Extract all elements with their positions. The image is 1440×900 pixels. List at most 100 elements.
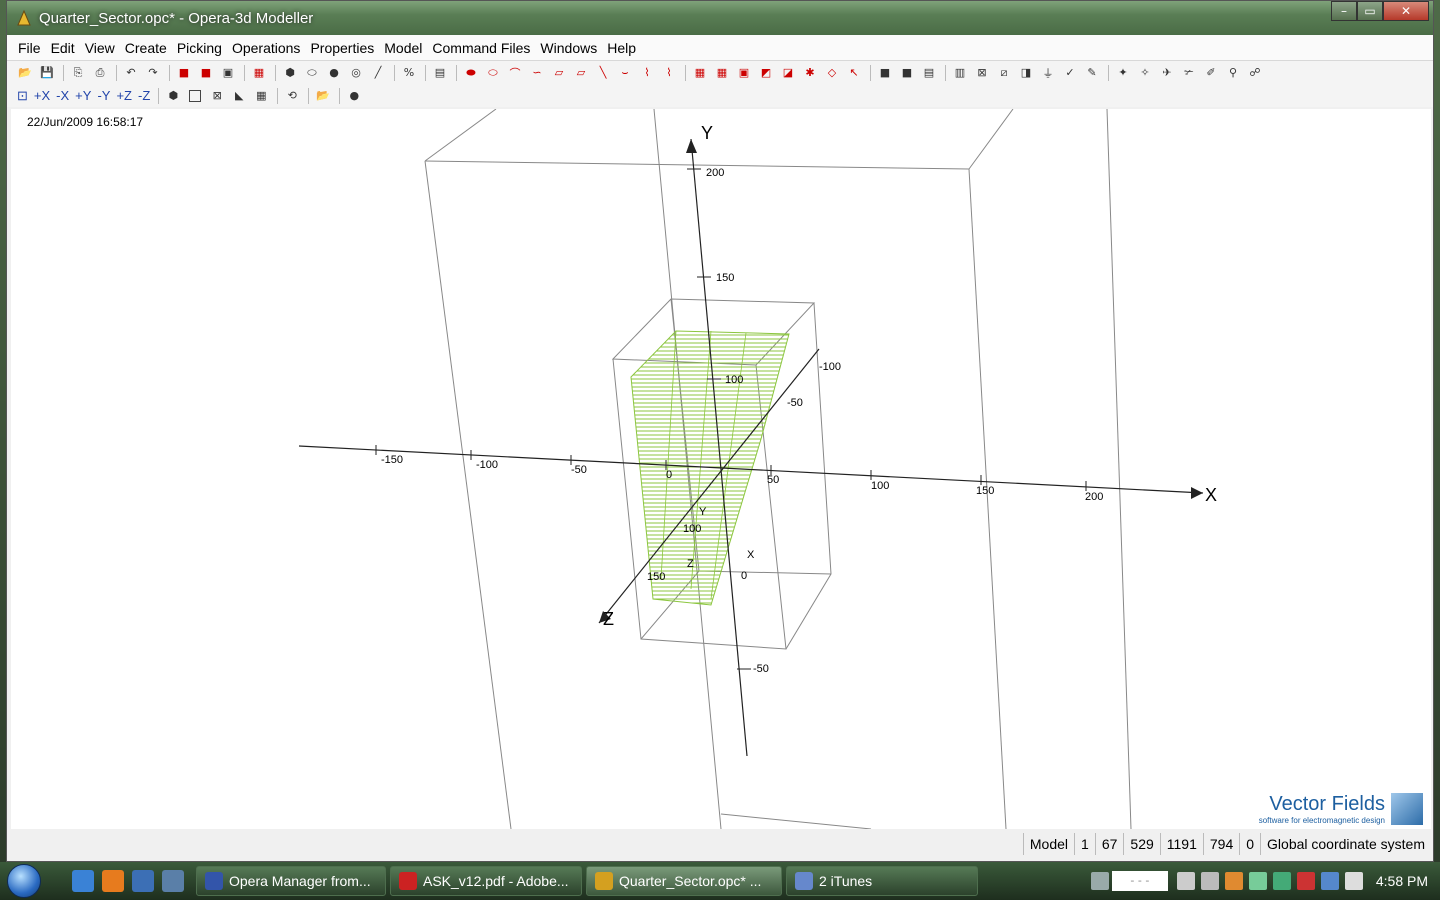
maximize-button[interactable]: ▭ bbox=[1357, 1, 1383, 21]
box-x-icon[interactable]: ⊠ bbox=[972, 64, 992, 82]
body-icon[interactable]: ▣ bbox=[218, 64, 238, 82]
pick-vertex-icon[interactable]: ✱ bbox=[800, 64, 820, 82]
tool-g-icon[interactable]: ☍ bbox=[1245, 64, 1265, 82]
mesh-icon[interactable]: ▦ bbox=[690, 64, 710, 82]
show-desktop-icon[interactable] bbox=[132, 870, 154, 892]
label-icon[interactable]: ▤ bbox=[919, 64, 939, 82]
mesh-view-icon[interactable]: ▦ bbox=[251, 87, 271, 105]
box-half-icon[interactable]: ◨ bbox=[1016, 64, 1036, 82]
menu-view[interactable]: View bbox=[80, 40, 120, 56]
tray-app-icon[interactable] bbox=[1272, 872, 1291, 890]
brick-icon[interactable]: ⬢ bbox=[280, 64, 300, 82]
material-icon[interactable]: ■ bbox=[875, 64, 895, 82]
tool-a-icon[interactable]: ✦ bbox=[1113, 64, 1133, 82]
coil-straight-icon[interactable]: ╲ bbox=[593, 64, 613, 82]
mesh-select-icon[interactable]: ▣ bbox=[734, 64, 754, 82]
task-opera-modeller[interactable]: Quarter_Sector.opc* ... bbox=[586, 866, 782, 896]
task-adobe-pdf[interactable]: ASK_v12.pdf - Adobe... bbox=[390, 866, 582, 896]
menu-edit[interactable]: Edit bbox=[46, 40, 80, 56]
colour-map-icon[interactable]: ▦ bbox=[249, 64, 269, 82]
solid-view-icon[interactable]: ⬢ bbox=[163, 87, 183, 105]
menu-command-files[interactable]: Command Files bbox=[427, 40, 535, 56]
wireframe-view-icon[interactable] bbox=[185, 87, 205, 105]
menu-file[interactable]: File bbox=[13, 40, 46, 56]
view-plus-x-button[interactable]: +X bbox=[32, 87, 52, 105]
sphere-icon[interactable]: ● bbox=[324, 64, 344, 82]
menu-properties[interactable]: Properties bbox=[305, 40, 379, 56]
power-icon[interactable] bbox=[1176, 872, 1195, 890]
box-slash-icon[interactable]: ⧄ bbox=[994, 64, 1014, 82]
coil-20node-icon[interactable]: ⌇ bbox=[659, 64, 679, 82]
calculator-icon[interactable]: ▤ bbox=[430, 64, 450, 82]
menu-windows[interactable]: Windows bbox=[535, 40, 602, 56]
merge-region-icon[interactable]: ■ bbox=[196, 64, 216, 82]
title-bar[interactable]: Quarter_Sector.opc* - Opera-3d Modeller … bbox=[7, 1, 1433, 35]
torus-icon[interactable]: ◎ bbox=[346, 64, 366, 82]
firefox-icon[interactable] bbox=[102, 870, 124, 892]
model-canvas[interactable]: X Y Z -150 -100 -50 0 50 100 150 200 200… bbox=[11, 109, 1431, 829]
coil-solenoid-icon[interactable]: ▱ bbox=[549, 64, 569, 82]
tray-expand-icon[interactable] bbox=[1200, 872, 1219, 890]
edit-icon[interactable]: ✎ bbox=[1082, 64, 1102, 82]
start-button[interactable] bbox=[0, 862, 48, 900]
tool-e-icon[interactable]: ✐ bbox=[1201, 64, 1221, 82]
ie-icon[interactable] bbox=[72, 870, 94, 892]
view-minus-y-button[interactable]: -Y bbox=[95, 87, 112, 105]
menu-model[interactable]: Model bbox=[379, 40, 427, 56]
menu-operations[interactable]: Operations bbox=[227, 40, 305, 56]
network-icon[interactable] bbox=[1296, 872, 1315, 890]
cylinder-icon[interactable]: ⬭ bbox=[302, 64, 322, 82]
coil-arc-icon[interactable]: ⌒ bbox=[505, 64, 525, 82]
menu-help[interactable]: Help bbox=[602, 40, 641, 56]
split-view-icon[interactable]: ▥ bbox=[950, 64, 970, 82]
save-icon[interactable]: 💾 bbox=[37, 64, 57, 82]
check-icon[interactable]: ✓ bbox=[1060, 64, 1080, 82]
tool-f-icon[interactable]: ⚲ bbox=[1223, 64, 1243, 82]
coil-racetrack-icon[interactable]: ⬬ bbox=[461, 64, 481, 82]
menu-picking[interactable]: Picking bbox=[172, 40, 227, 56]
rotate-icon[interactable]: ⟲ bbox=[282, 87, 302, 105]
view-minus-x-button[interactable]: -X bbox=[54, 87, 71, 105]
line-icon[interactable]: ╱ bbox=[368, 64, 388, 82]
undo-icon[interactable]: ↶ bbox=[121, 64, 141, 82]
boundary-icon[interactable]: ■ bbox=[897, 64, 917, 82]
cut-region-icon[interactable]: ■ bbox=[174, 64, 194, 82]
redo-icon[interactable]: ↷ bbox=[143, 64, 163, 82]
clock[interactable]: 4:58 PM bbox=[1376, 873, 1428, 889]
coil-ellipse-icon[interactable]: ⬭ bbox=[483, 64, 503, 82]
record-icon[interactable]: ● bbox=[344, 87, 364, 105]
tool-d-icon[interactable]: ✃ bbox=[1179, 64, 1199, 82]
hidden-line-icon[interactable]: ⊠ bbox=[207, 87, 227, 105]
view-plus-z-button[interactable]: +Z bbox=[114, 87, 134, 105]
task-opera-manager[interactable]: Opera Manager from... bbox=[196, 866, 386, 896]
minimize-button[interactable]: – bbox=[1331, 1, 1357, 21]
task-itunes[interactable]: 2 iTunes bbox=[786, 866, 978, 896]
view-fit-icon[interactable]: ⊡ bbox=[15, 87, 30, 105]
coil-helix-icon[interactable]: ⌇ bbox=[637, 64, 657, 82]
volume-icon[interactable] bbox=[1344, 872, 1363, 890]
mesh-grid-icon[interactable]: ▦ bbox=[712, 64, 732, 82]
menu-create[interactable]: Create bbox=[120, 40, 172, 56]
pointer-icon[interactable]: ↖ bbox=[844, 64, 864, 82]
view-minus-z-button[interactable]: -Z bbox=[136, 87, 152, 105]
close-button[interactable]: ✕ bbox=[1383, 1, 1429, 21]
pick-face-icon[interactable]: ◩ bbox=[756, 64, 776, 82]
filter-icon[interactable]: ⏚ bbox=[1038, 64, 1058, 82]
shaded-view-icon[interactable]: ◣ bbox=[229, 87, 249, 105]
open-folder-icon[interactable]: 📂 bbox=[313, 87, 333, 105]
measure-icon[interactable]: % bbox=[399, 64, 419, 82]
pick-cell-icon[interactable]: ◇ bbox=[822, 64, 842, 82]
tray-input[interactable]: - - - bbox=[1111, 871, 1168, 891]
tool-b-icon[interactable]: ✧ bbox=[1135, 64, 1155, 82]
coil-bedstead-icon[interactable]: ∽ bbox=[527, 64, 547, 82]
view-plus-y-button[interactable]: +Y bbox=[73, 87, 93, 105]
pick-edge-icon[interactable]: ◪ bbox=[778, 64, 798, 82]
keyboard-icon[interactable] bbox=[1090, 872, 1109, 890]
switch-windows-icon[interactable] bbox=[162, 870, 184, 892]
tool-c-icon[interactable]: ✈ bbox=[1157, 64, 1177, 82]
tray-app-icon[interactable] bbox=[1224, 872, 1243, 890]
print-icon[interactable]: ⎙ bbox=[90, 64, 110, 82]
tray-app-icon[interactable] bbox=[1248, 872, 1267, 890]
copy-icon[interactable]: ⎘ bbox=[68, 64, 88, 82]
3d-viewport[interactable]: 22/Jun/2009 16:58:17 X Y Z -150 -100 -50… bbox=[11, 109, 1431, 829]
